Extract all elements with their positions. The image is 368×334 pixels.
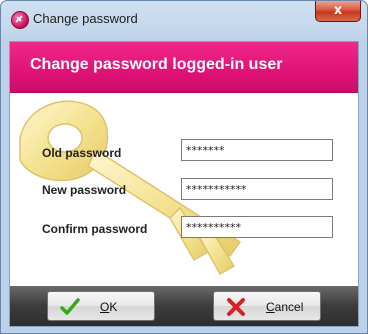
cancel-label: Cancel xyxy=(266,300,304,314)
new-password-field[interactable] xyxy=(181,178,333,200)
ok-label: OK xyxy=(100,300,118,314)
dialog-body: Change password logged-in user Old passw… xyxy=(9,41,359,327)
button-bar: OK Cancel xyxy=(10,286,358,326)
app-logo-icon xyxy=(11,11,29,29)
new-password-label: New password xyxy=(42,183,127,197)
window-title: Change password xyxy=(33,11,138,26)
close-button[interactable]: x xyxy=(315,1,361,22)
old-password-field[interactable] xyxy=(181,139,333,161)
title-bar[interactable]: Change password x xyxy=(1,1,367,41)
confirm-password-label: Confirm password xyxy=(42,222,148,236)
old-password-label: Old password xyxy=(42,146,122,160)
cross-icon xyxy=(227,298,245,316)
check-icon xyxy=(60,298,80,315)
change-password-dialog: Change password x Change password logged… xyxy=(0,0,368,334)
banner-title: Change password logged-in user xyxy=(30,56,283,73)
ok-button[interactable]: OK xyxy=(47,291,155,321)
cancel-button[interactable]: Cancel xyxy=(213,291,321,321)
confirm-password-field[interactable] xyxy=(181,216,333,238)
